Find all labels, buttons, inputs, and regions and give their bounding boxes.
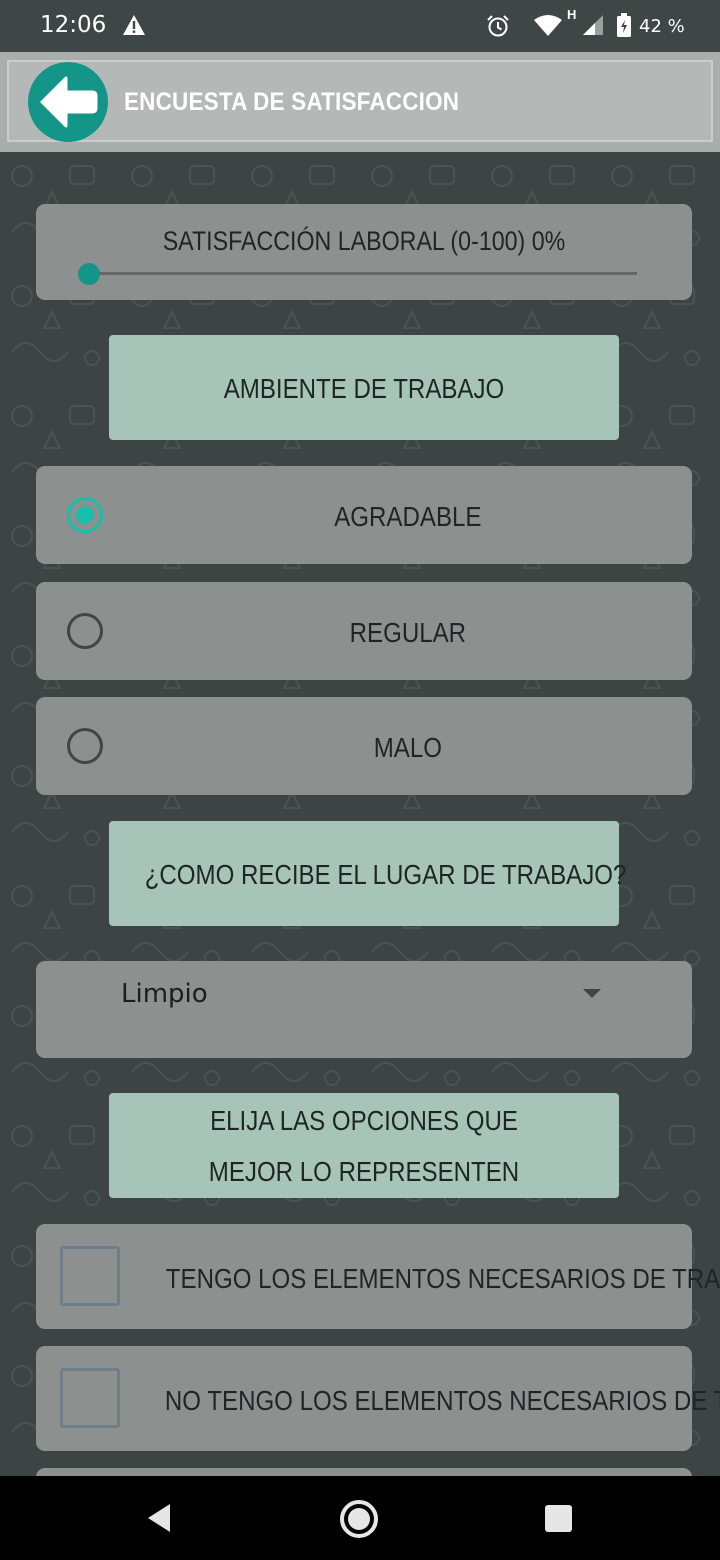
alarm-icon (487, 15, 509, 37)
radio-label: AGRADABLE (334, 501, 482, 532)
checkbox-label: NO TENGO LOS ELEMENTOS NECESARIOS DE TRA… (164, 1385, 720, 1416)
satisfaction-slider-card: SATISFACCIÓN LABORAL (0-100) 0% (36, 204, 692, 300)
status-bar: 12:06 H 42 % (0, 0, 720, 52)
section-header-lugar: ¿COMO RECIBE EL LUGAR DE TRABAJO? (109, 821, 627, 926)
spinner-condicion-lugar[interactable]: Limpio (36, 961, 692, 1058)
section-title-line2: MEJOR LO REPRESENTEN (208, 1156, 520, 1187)
status-time: 12:06 (40, 12, 107, 38)
radio-label: MALO (373, 732, 442, 763)
battery-percent: 42 % (639, 16, 685, 37)
system-navigation-bar (0, 1476, 720, 1560)
warning-icon (123, 15, 145, 35)
dropdown-arrow-icon (583, 989, 601, 998)
slider-track[interactable] (89, 272, 637, 275)
radio-option-agradable[interactable]: AGRADABLE (36, 466, 692, 564)
checkbox-label: TENGO LOS ELEMENTOS NECESARIOS DE TRABAJ… (165, 1263, 720, 1294)
app-title: ENCUESTA DE SATISFACCION (124, 88, 460, 116)
nav-recents-icon[interactable] (545, 1505, 572, 1532)
radio-option-regular[interactable]: REGULAR (36, 582, 692, 680)
checkbox-option-tengo-elementos[interactable]: TENGO LOS ELEMENTOS NECESARIOS DE TRABAJ… (36, 1224, 720, 1329)
network-type: H (567, 7, 577, 22)
nav-home-icon[interactable] (338, 1498, 380, 1540)
section-title: ¿COMO RECIBE EL LUGAR DE TRABAJO? (144, 859, 627, 890)
next-option-card[interactable] (36, 1468, 692, 1476)
section-title-line1: ELIJA LAS OPCIONES QUE (210, 1105, 518, 1136)
wifi-icon (534, 15, 562, 36)
section-header-opciones: ELIJA LAS OPCIONES QUE MEJOR LO REPRESEN… (109, 1093, 619, 1198)
nav-back-icon[interactable] (144, 1498, 174, 1538)
signal-icon (583, 15, 603, 35)
radio-option-malo[interactable]: MALO (36, 697, 692, 795)
slider-label: SATISFACCIÓN LABORAL (0-100) 0% (162, 226, 566, 256)
radio-label: REGULAR (349, 617, 467, 648)
section-header-ambiente: AMBIENTE DE TRABAJO (109, 335, 619, 440)
checkbox-option-no-tengo-elementos[interactable]: NO TENGO LOS ELEMENTOS NECESARIOS DE TRA… (36, 1346, 720, 1451)
checkbox[interactable] (60, 1368, 120, 1428)
arrow-left-icon (40, 76, 98, 128)
spinner-selected-value: Limpio (121, 979, 208, 1009)
section-title: AMBIENTE DE TRABAJO (223, 373, 505, 404)
battery-icon (617, 13, 631, 37)
back-button[interactable] (28, 62, 108, 142)
survey-content: SATISFACCIÓN LABORAL (0-100) 0% AMBIENTE… (0, 152, 720, 1476)
slider-thumb[interactable] (78, 263, 100, 285)
checkbox[interactable] (60, 1246, 120, 1306)
